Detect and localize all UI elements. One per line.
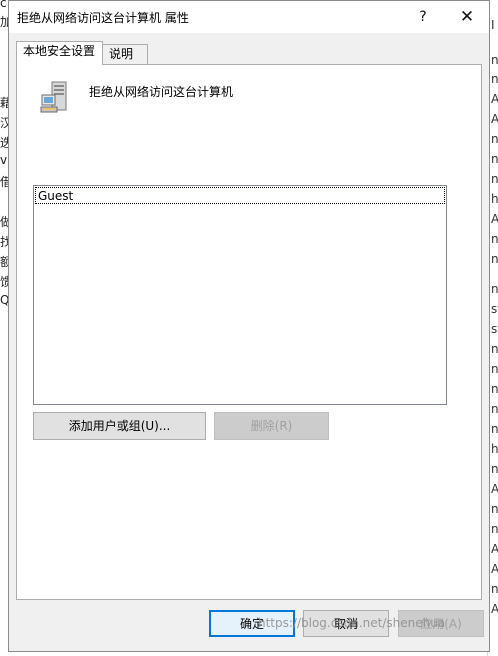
properties-dialog: 拒绝从网络访问这台计算机 属性 ? ✕ 本地安全设置 说明 拒绝从网络访问这台计… — [8, 0, 490, 652]
remove-button[interactable]: 删除(R) — [214, 412, 329, 440]
bg-glyph: A — [491, 92, 498, 106]
bg-glyph: hi — [491, 442, 498, 456]
bg-glyph: A — [491, 212, 498, 226]
bg-glyph: ni — [491, 132, 498, 146]
server-computer-icon — [40, 81, 67, 113]
bg-glyph: A — [491, 542, 498, 556]
add-user-or-group-button[interactable]: 添加用户或组(U)... — [33, 412, 206, 440]
bg-glyph: ni — [491, 362, 498, 376]
bg-glyph: ni — [491, 382, 498, 396]
bg-glyph: ni — [491, 152, 498, 166]
bg-glyph: st — [491, 302, 498, 316]
bg-glyph: ni — [491, 402, 498, 416]
bg-glyph: I — [491, 18, 495, 32]
bg-glyph: ni — [491, 252, 498, 266]
bg-glyph: st — [491, 322, 498, 336]
bg-glyph: c — [0, 0, 7, 10]
help-button[interactable]: ? — [401, 1, 445, 33]
list-item[interactable]: Guest — [35, 187, 445, 204]
title-bar[interactable]: 拒绝从网络访问这台计算机 属性 ? ✕ — [9, 1, 489, 33]
bg-glyph: ni — [491, 582, 498, 596]
bg-glyph: A — [491, 112, 498, 126]
tab-panel: 拒绝从网络访问这台计算机 Guest 添加用户或组(U)... 删除(R) — [16, 64, 482, 600]
bg-glyph: ni — [491, 462, 498, 476]
bg-glyph: ni — [491, 422, 498, 436]
bg-glyph: ni — [491, 172, 498, 186]
bg-glyph: A — [491, 562, 498, 576]
bg-glyph: ni — [491, 72, 498, 86]
close-button[interactable]: ✕ — [445, 1, 489, 33]
bg-glyph: ni — [491, 232, 498, 246]
tab-explain[interactable]: 说明 — [103, 44, 148, 65]
bg-glyph: v — [0, 153, 8, 167]
bg-glyph: ni — [491, 342, 498, 356]
bg-glyph: A — [491, 602, 498, 616]
dialog-title: 拒绝从网络访问这台计算机 属性 — [17, 11, 189, 25]
bg-glyph: A — [491, 482, 498, 496]
bg-glyph: ni — [491, 522, 498, 536]
bg-glyph: hi — [491, 192, 498, 206]
members-listbox[interactable]: Guest — [33, 185, 447, 405]
tab-local-security-setting[interactable]: 本地安全设置 — [16, 41, 103, 65]
watermark: https://blog.csdn.net/shenehua — [258, 616, 446, 630]
bg-glyph: ni — [491, 282, 498, 296]
bg-glyph: ni — [491, 53, 498, 67]
bg-glyph: ni — [491, 502, 498, 516]
policy-name: 拒绝从网络访问这台计算机 — [89, 85, 234, 99]
